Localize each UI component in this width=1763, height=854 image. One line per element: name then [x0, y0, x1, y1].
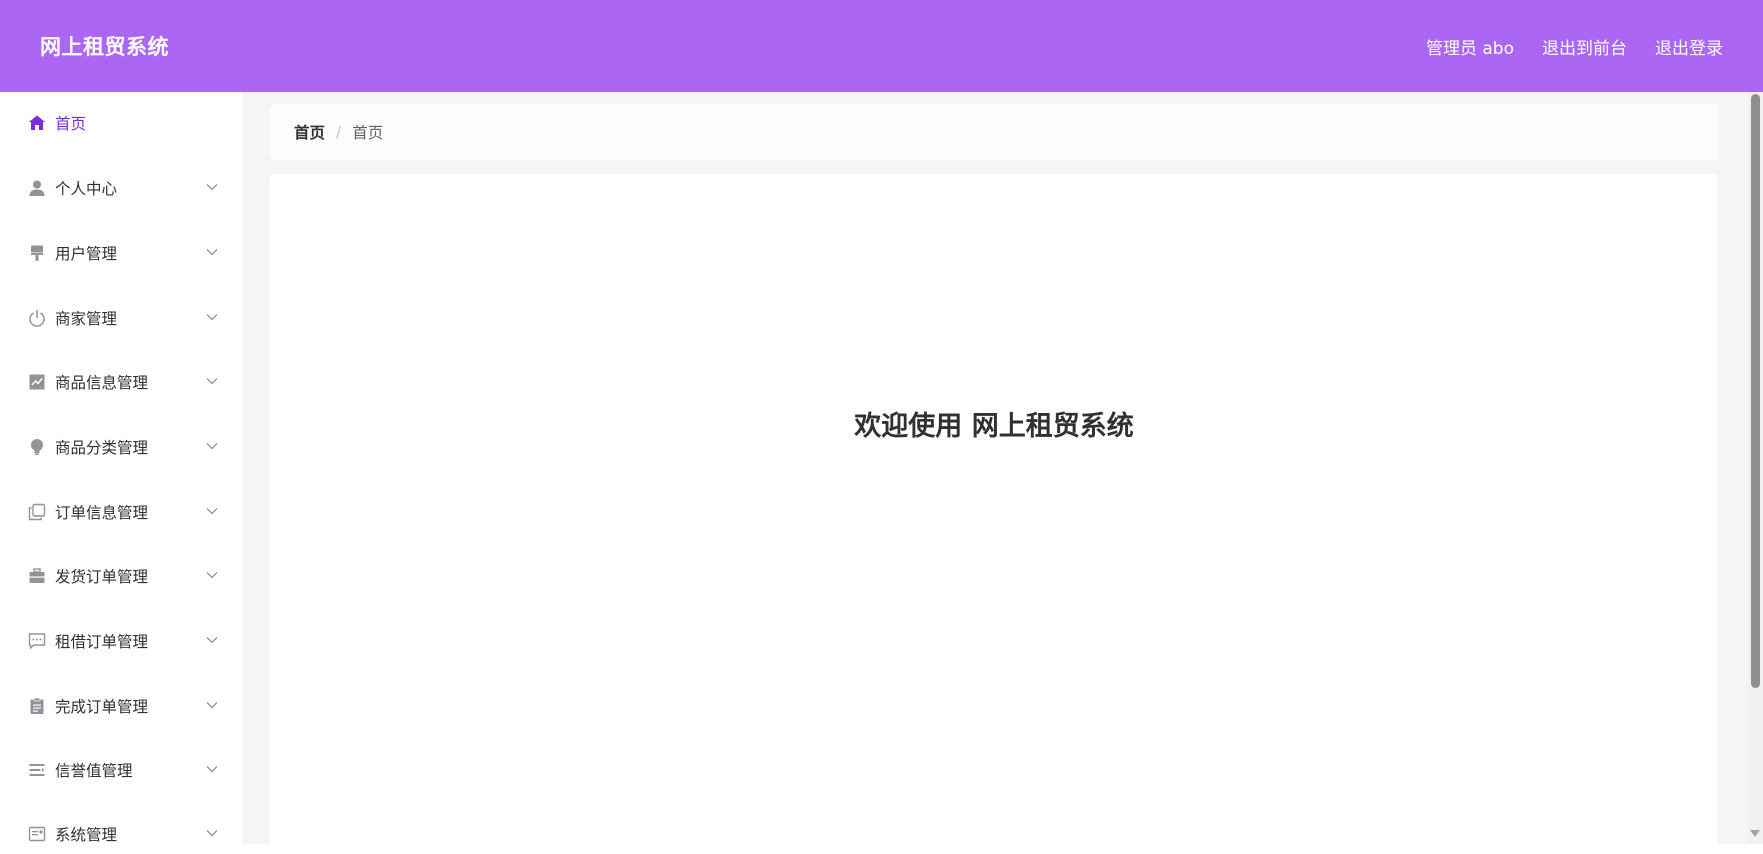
copy-document-icon [26, 501, 48, 523]
sidebar-item-shipping-order-management[interactable]: 发货订单管理 [0, 548, 242, 604]
chevron-down-icon [206, 249, 218, 256]
exit-to-front-link[interactable]: 退出到前台 [1542, 34, 1627, 59]
chevron-down-icon [206, 637, 218, 644]
sidebar-item-order-info-management[interactable]: 订单信息管理 [0, 484, 242, 540]
brush-icon [26, 242, 48, 264]
content-card: 欢迎使用 网上租贸系统 [270, 174, 1718, 854]
current-user-label[interactable]: 管理员 abo [1426, 34, 1514, 59]
chevron-down-icon [206, 766, 218, 773]
home-icon [26, 112, 48, 134]
suitcase-icon [26, 565, 48, 587]
sidebar-item-label: 首页 [55, 115, 87, 133]
sidebar-item-completed-order-management[interactable]: 完成订单管理 [0, 678, 242, 734]
main-area: 首页 / 首页 欢迎使用 网上租贸系统 [242, 92, 1763, 854]
breadcrumb-current: 首页 [352, 124, 384, 142]
sidebar-item-product-category-management[interactable]: 商品分类管理 [0, 419, 242, 475]
scrollbar-thumb[interactable] [1751, 94, 1760, 688]
opportunity-icon [26, 436, 48, 458]
sidebar-item-label: 系统管理 [55, 826, 118, 844]
sidebar-item-label: 商品分类管理 [55, 439, 149, 457]
chevron-down-icon [206, 378, 218, 385]
power-icon [26, 307, 48, 329]
sidebar-item-label: 完成订单管理 [55, 698, 149, 716]
scroll-down-arrow-icon[interactable] [1750, 830, 1760, 837]
welcome-title: 欢迎使用 网上租贸系统 [854, 411, 1134, 442]
sidebar-item-label: 信誉值管理 [55, 762, 133, 780]
logout-link[interactable]: 退出登录 [1655, 34, 1723, 59]
header-actions: 管理员 abo 退出到前台 退出登录 [1426, 34, 1723, 59]
app-title: 网上租贸系统 [40, 35, 169, 59]
sidebar-menu: 首页 个人中心 用户管理 商家管理 商品信息管理 商品分类管理 订单信息管理 发… [0, 92, 242, 844]
chevron-down-icon [206, 830, 218, 837]
postcard-icon [26, 823, 48, 844]
chart-icon [26, 371, 48, 393]
sidebar-item-label: 用户管理 [55, 245, 118, 263]
chevron-down-icon [206, 443, 218, 450]
sidebar-item-label: 商家管理 [55, 310, 118, 328]
sidebar-item-system-management[interactable]: 系统管理 [0, 806, 242, 844]
chevron-down-icon [206, 508, 218, 515]
chevron-down-icon [206, 702, 218, 709]
sidebar-item-merchant-management[interactable]: 商家管理 [0, 290, 242, 346]
sidebar-item-label: 订单信息管理 [55, 504, 149, 522]
sidebar-item-rental-order-management[interactable]: 租借订单管理 [0, 613, 242, 669]
breadcrumb: 首页 / 首页 [270, 104, 1718, 160]
sidebar-item-label: 租借订单管理 [55, 633, 149, 651]
sidebar-item-label: 发货订单管理 [55, 568, 149, 586]
chevron-down-icon [206, 314, 218, 321]
chat-dots-icon [26, 630, 48, 652]
sidebar-item-home[interactable]: 首页 [0, 95, 242, 151]
chevron-down-icon [206, 184, 218, 191]
sidebar-item-label: 个人中心 [55, 180, 118, 198]
sidebar-item-user-management[interactable]: 用户管理 [0, 225, 242, 281]
user-icon [26, 177, 48, 199]
sidebar-item-credit-management[interactable]: 信誉值管理 [0, 742, 242, 798]
sidebar-item-product-info-management[interactable]: 商品信息管理 [0, 354, 242, 410]
sidebar-item-label: 商品信息管理 [55, 374, 149, 392]
top-header: 网上租贸系统 管理员 abo 退出到前台 退出登录 [0, 0, 1763, 92]
clipboard-icon [26, 695, 48, 717]
list-icon [26, 759, 48, 781]
breadcrumb-home-link[interactable]: 首页 [294, 121, 325, 143]
breadcrumb-separator: / [336, 123, 342, 141]
chevron-down-icon [206, 572, 218, 579]
sidebar-item-personal-center[interactable]: 个人中心 [0, 160, 242, 216]
